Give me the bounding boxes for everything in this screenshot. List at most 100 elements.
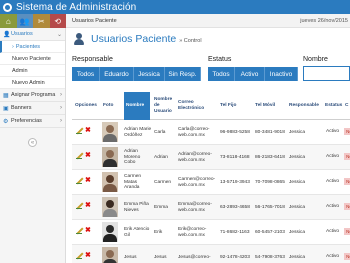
cell-tel-fijo: 92-1478-4203 xyxy=(220,254,250,260)
sidebar-item-nuevo-admin[interactable]: Nuevo Admin xyxy=(0,77,65,89)
cell-usuario: Jesus xyxy=(154,254,167,260)
estatus-inactivo-button[interactable]: Inactivo xyxy=(265,67,298,81)
sidebar-item-admin[interactable]: Admin xyxy=(0,65,65,77)
breadcrumb-bar: Usuarios Paciente jueves 26/nov/2015 xyxy=(66,14,350,28)
table-row: ✖ Carmen Matas Aranda Carmen Carmen@corr… xyxy=(72,170,350,195)
gear-icon: ⚙ xyxy=(3,118,9,125)
cell-tel-movil: 86-2183-6418 xyxy=(255,154,285,160)
chevron-right-icon: › xyxy=(60,118,62,124)
table-row: ✖ Adrian Moreno Cobo Adrian Adrian@corre… xyxy=(72,145,350,170)
users-icon[interactable]: 👥 xyxy=(16,14,33,28)
patient-photo xyxy=(102,147,118,167)
cell-estatus: Activo xyxy=(326,179,340,184)
col-correo[interactable]: Correo Electrónico xyxy=(178,92,218,120)
top-bar: Sistema de Administración xyxy=(0,0,350,14)
status-badge: No xyxy=(344,228,350,235)
cell-responsable: Jessica xyxy=(289,254,305,260)
table-row: ✖ Emma Piña Nieves Emma Emma@correo-web.… xyxy=(72,195,350,220)
cell-usuario: Emma xyxy=(154,204,168,210)
cell-nombre: Jesus xyxy=(124,254,137,260)
sidebar-item-nuevo-paciente[interactable]: Nuevo Paciente xyxy=(0,53,65,65)
sidebar-group-usuarios[interactable]: 👤 Usuarios ⌄ xyxy=(0,28,65,41)
delete-icon[interactable]: ✖ xyxy=(85,227,91,234)
estatus-label: Estatus xyxy=(208,56,232,63)
cell-correo: Carmen@correo-web.com.mx xyxy=(178,176,216,188)
cell-tel-fijo: 13-5719-3943 xyxy=(220,179,250,185)
responsable-label: Responsable xyxy=(72,56,113,63)
edit-icon[interactable] xyxy=(76,127,83,134)
cell-nombre: Carmen Matas Aranda xyxy=(124,174,142,191)
cell-usuario: Carla xyxy=(154,129,166,135)
page-title: Usuarios Paciente xyxy=(91,33,177,45)
col-responsable[interactable]: Responsable xyxy=(289,92,323,120)
delete-icon[interactable]: ✖ xyxy=(85,177,91,184)
nombre-label: Nombre xyxy=(303,56,328,63)
home-icon[interactable]: ⌂ xyxy=(0,14,17,28)
responsable-todos-button[interactable]: Todos xyxy=(72,67,100,81)
edit-icon[interactable] xyxy=(76,252,83,259)
cell-usuario: Adrian xyxy=(154,154,168,160)
sidebar-item-pacientes[interactable]: Pacientes xyxy=(0,41,65,53)
col-foto[interactable]: Foto xyxy=(103,92,121,120)
delete-icon[interactable]: ✖ xyxy=(85,127,91,134)
responsable-sin-resp-button[interactable]: Sin Resp. xyxy=(165,67,201,81)
estatus-activo-button[interactable]: Activo xyxy=(235,67,265,81)
delete-icon[interactable]: ✖ xyxy=(85,152,91,159)
sidebar-group-label: Preferencias xyxy=(11,118,42,124)
cell-nombre: Adrian Moreno Cobo xyxy=(124,149,141,166)
col-tel-movil[interactable]: Tel Móvil xyxy=(255,92,285,120)
col-nombre[interactable]: Nombre xyxy=(124,92,150,120)
cell-responsable: Jessica xyxy=(289,204,305,210)
col-extra[interactable]: C xyxy=(345,92,350,120)
patient-photo xyxy=(102,122,118,142)
responsable-jessica-button[interactable]: Jessica xyxy=(134,67,165,81)
patient-photo xyxy=(102,172,118,192)
cell-correo: Carla@correo-web.com.mx xyxy=(178,126,210,138)
delete-icon[interactable]: ✖ xyxy=(85,252,91,259)
sidebar-group-preferencias[interactable]: ⚙ Preferencias › xyxy=(0,115,65,128)
col-estatus[interactable]: Estatus xyxy=(325,92,343,120)
app-logo-icon xyxy=(3,2,12,12)
edit-icon[interactable] xyxy=(76,152,83,159)
col-opciones[interactable]: Opciones xyxy=(75,92,101,120)
tools-icon[interactable]: ✂ xyxy=(33,14,50,28)
table-row: ✖ Erik Atencio Gil Erik Erik@correo-web.… xyxy=(72,220,350,245)
cell-responsable: Jessica xyxy=(289,154,305,160)
cell-usuario: Carmen xyxy=(154,179,172,185)
table-row: ✖ Adrian Marie Ordóñez Carla Carla@corre… xyxy=(72,120,350,145)
nombre-search-input[interactable] xyxy=(303,66,350,81)
app-window: Sistema de Administración ⌂ 👥 ✂ ⟲ Usuari… xyxy=(0,0,350,263)
cell-responsable: Jessica xyxy=(289,229,305,235)
cell-estatus: Activo xyxy=(326,229,340,234)
table-row: ✖ Jesus Jesus Jesus@correo- 92-1478-4203… xyxy=(72,245,350,263)
sidebar-collapse-icon[interactable]: « xyxy=(28,138,37,147)
cell-nombre: Erik Atencio Gil xyxy=(124,226,150,238)
sidebar-group-banners[interactable]: ▣ Banners › xyxy=(0,102,65,115)
cell-nombre: Emma Piña Nieves xyxy=(124,201,149,213)
col-nombre-usuario[interactable]: Nombre de Usuario xyxy=(154,92,176,120)
sidebar-group-label: Asignar Programa xyxy=(11,92,56,98)
app-title: Sistema de Administración xyxy=(16,1,137,13)
edit-icon[interactable] xyxy=(76,202,83,209)
share-icon[interactable]: ⟲ xyxy=(49,14,66,28)
cell-tel-movil: 56-1765-7018 xyxy=(255,204,285,210)
delete-icon[interactable]: ✖ xyxy=(85,202,91,209)
col-tel-fijo[interactable]: Tel Fijo xyxy=(220,92,250,120)
patient-photo xyxy=(102,247,118,263)
sidebar-group-asignar-programa[interactable]: ▦ Asignar Programa › xyxy=(0,89,65,102)
status-badge: No xyxy=(344,253,350,260)
chevron-down-icon: ⌄ xyxy=(56,31,62,38)
responsable-eduardo-button[interactable]: Eduardo xyxy=(100,67,134,81)
date-display: jueves 26/nov/2015 xyxy=(300,18,348,24)
cell-tel-fijo: 73-8118-4168 xyxy=(220,154,250,160)
edit-icon[interactable] xyxy=(76,177,83,184)
cell-responsable: Jessica xyxy=(289,179,305,185)
breadcrumb[interactable]: Usuarios Paciente xyxy=(72,18,117,24)
chevron-right-icon: › xyxy=(60,105,62,111)
cell-estatus: Activo xyxy=(326,254,340,259)
table-header: Opciones Foto Nombre Nombre de Usuario C… xyxy=(72,92,350,120)
edit-icon[interactable] xyxy=(76,227,83,234)
sidebar-group-label: Banners xyxy=(11,105,32,111)
cell-tel-fijo: 71-8682-1163 xyxy=(220,229,250,235)
estatus-todos-button[interactable]: Todos xyxy=(208,67,235,81)
